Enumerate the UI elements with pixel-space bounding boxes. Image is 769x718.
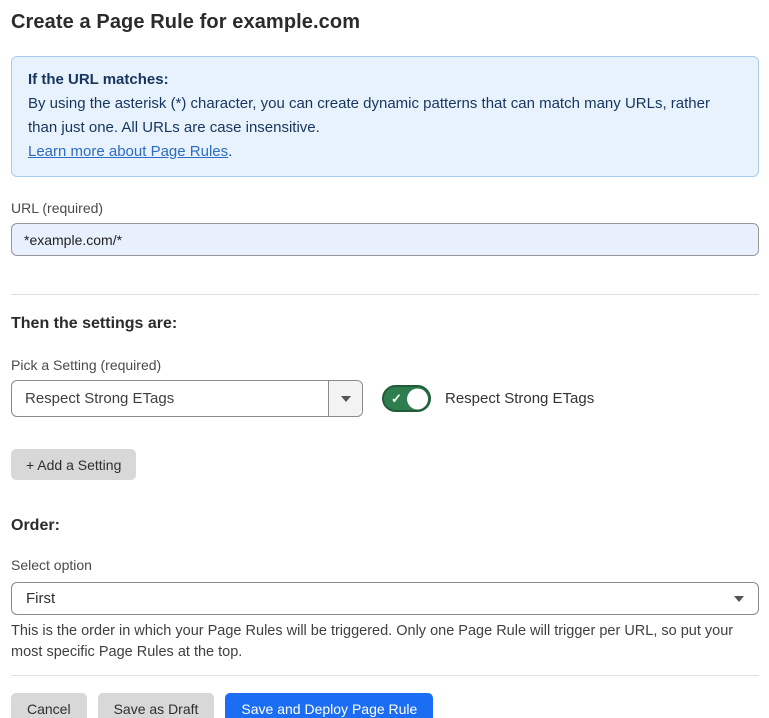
page-rule-form: Create a Page Rule for example.com If th… — [0, 11, 769, 718]
order-select[interactable]: First — [11, 582, 759, 615]
pick-setting-label: Pick a Setting (required) — [11, 357, 759, 373]
select-option-label: Select option — [11, 557, 759, 573]
check-icon: ✓ — [391, 392, 402, 405]
info-box-body-text: By using the asterisk (*) character, you… — [28, 95, 710, 136]
save-and-deploy-button[interactable]: Save and Deploy Page Rule — [225, 693, 433, 718]
url-field-label: URL (required) — [11, 200, 759, 216]
toggle-knob — [407, 388, 428, 409]
order-help-text: This is the order in which your Page Rul… — [11, 621, 756, 663]
page-title: Create a Page Rule for example.com — [11, 11, 759, 34]
chevron-down-icon — [734, 596, 744, 602]
toggle-group: ✓ Respect Strong ETags — [382, 385, 594, 412]
url-match-info-box: If the URL matches: By using the asteris… — [11, 56, 759, 177]
setting-select-arrow-button[interactable] — [328, 381, 362, 416]
url-input[interactable] — [11, 223, 759, 256]
info-box-body: By using the asterisk (*) character, you… — [28, 92, 742, 164]
chevron-down-icon — [341, 396, 351, 402]
footer-actions: Cancel Save as Draft Save and Deploy Pag… — [11, 693, 759, 718]
toggle-label: Respect Strong ETags — [445, 390, 594, 407]
setting-row: Respect Strong ETags ✓ Respect Strong ET… — [11, 380, 759, 417]
section-divider-top — [11, 294, 759, 295]
save-as-draft-button[interactable]: Save as Draft — [98, 693, 215, 718]
order-section-heading: Order: — [11, 517, 759, 535]
learn-more-link[interactable]: Learn more about Page Rules — [28, 143, 228, 160]
setting-select[interactable]: Respect Strong ETags — [11, 380, 363, 417]
info-box-heading: If the URL matches: — [28, 68, 742, 92]
setting-select-value: Respect Strong ETags — [12, 381, 328, 416]
add-setting-button[interactable]: + Add a Setting — [11, 449, 136, 480]
order-select-value: First — [26, 590, 734, 607]
link-suffix: . — [228, 143, 232, 160]
settings-section-heading: Then the settings are: — [11, 315, 759, 333]
section-divider-bottom — [11, 675, 759, 676]
respect-strong-etags-toggle[interactable]: ✓ — [382, 385, 431, 412]
cancel-button[interactable]: Cancel — [11, 693, 87, 718]
